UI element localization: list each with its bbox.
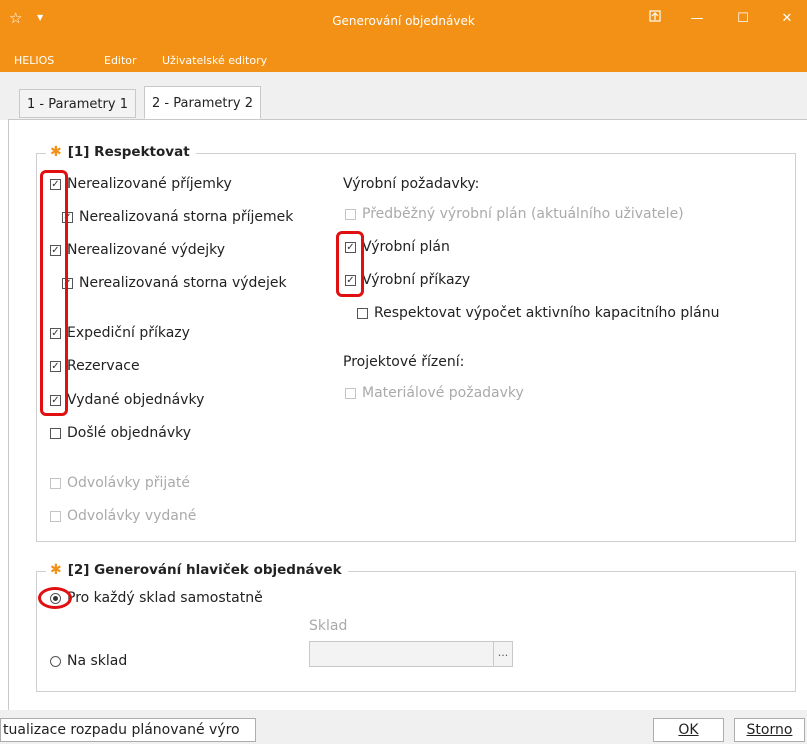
radio-label: Na sklad bbox=[67, 653, 128, 669]
sklad-browse-button[interactable]: ... bbox=[493, 641, 513, 667]
close-icon[interactable]: ✕ bbox=[773, 8, 801, 30]
checkbox-disabled-icon bbox=[345, 208, 356, 220]
menu-user-editors[interactable]: Uživatelské editory bbox=[162, 54, 267, 67]
checkbox-vydane-objednavky[interactable]: ✓ Vydané objednávky bbox=[50, 392, 204, 408]
tab-parametry-2[interactable]: 2 - Parametry 2 bbox=[144, 86, 261, 119]
checkbox-nerealizovane-vydejky[interactable]: ✓ Nerealizované výdejky bbox=[50, 242, 225, 258]
radio-na-sklad[interactable]: Na sklad bbox=[50, 653, 127, 669]
checkbox-label: Expediční příkazy bbox=[67, 325, 190, 341]
checkbox-label: Respektovat výpočet aktivního kapacitníh… bbox=[374, 305, 720, 321]
sklad-label: Sklad bbox=[309, 618, 348, 634]
cancel-button[interactable]: Storno bbox=[734, 718, 805, 742]
checkbox-disabled-icon bbox=[50, 510, 61, 522]
checkbox-expedicni-prikazy[interactable]: ✓ Expediční příkazy bbox=[50, 325, 190, 341]
group-title-text: [2] Generování hlaviček objednávek bbox=[67, 562, 342, 578]
ok-button[interactable]: OK bbox=[653, 718, 724, 742]
menu-bar: HELIOS Editor Uživatelské editory bbox=[0, 46, 807, 72]
checkbox-nerealizovana-storna-prijemek[interactable]: ✓ Nerealizovaná storna příjemek bbox=[62, 209, 293, 225]
update-breakdown-button[interactable]: tualizace rozpadu plánované výro bbox=[0, 718, 256, 742]
checkbox-respektovat-kapacitni-plan[interactable]: Respektovat výpočet aktivního kapacitníh… bbox=[357, 305, 719, 321]
group-respektovat-title: ✱ [1] Respektovat bbox=[46, 144, 196, 160]
project-management-label: Projektové řízení: bbox=[343, 354, 465, 370]
checkbox-label: Výrobní příkazy bbox=[362, 272, 471, 288]
annotation-highlight-radio bbox=[38, 587, 72, 609]
checkbox-nerealizovane-prijemky[interactable]: ✓ Nerealizované příjemky bbox=[50, 176, 232, 192]
pin-window-icon[interactable] bbox=[641, 8, 669, 30]
checkbox-label: Nerealizované výdejky bbox=[67, 242, 226, 258]
checkbox-label: Vydané objednávky bbox=[67, 392, 205, 408]
radio-unselected-icon[interactable] bbox=[50, 655, 61, 667]
checkbox-label: Nerealizované příjemky bbox=[67, 176, 232, 192]
group-generovani-hlavicek-title: ✱ [2] Generování hlaviček objednávek bbox=[46, 562, 348, 578]
sklad-input[interactable] bbox=[309, 641, 494, 667]
tab-strip: 1 - Parametry 1 2 - Parametry 2 bbox=[0, 72, 807, 120]
radio-label: Pro každý sklad samostatně bbox=[67, 590, 263, 606]
checkbox-label: Rezervace bbox=[67, 358, 140, 374]
checkbox-disabled-icon bbox=[345, 387, 356, 399]
maximize-icon[interactable]: ☐ bbox=[729, 8, 757, 30]
checkbox-dosle-objednavky[interactable]: Došlé objednávky bbox=[50, 425, 191, 441]
annotation-highlight-left bbox=[40, 170, 68, 416]
cancel-label: Storno bbox=[746, 722, 793, 738]
production-requirements-label: Výrobní požadavky: bbox=[343, 176, 480, 192]
star-icon: ✱ bbox=[50, 144, 62, 160]
checkbox-materialove-pozadavky: Materiálové požadavky bbox=[345, 385, 524, 401]
menu-helios[interactable]: HELIOS bbox=[14, 54, 54, 67]
annotation-highlight-production bbox=[336, 231, 364, 297]
checkbox-unchecked-icon[interactable] bbox=[50, 427, 61, 439]
checkbox-disabled-icon bbox=[50, 477, 61, 489]
checkbox-odvolavky-prijate: Odvolávky přijaté bbox=[50, 475, 190, 491]
radio-pro-kazdy-sklad[interactable]: Pro každý sklad samostatně bbox=[50, 590, 263, 606]
star-icon: ✱ bbox=[50, 562, 62, 578]
ok-label: OK bbox=[678, 722, 699, 738]
bottom-bar: tualizace rozpadu plánované výro OK Stor… bbox=[0, 710, 807, 744]
checkbox-label: Odvolávky přijaté bbox=[67, 475, 190, 491]
checkbox-unchecked-icon[interactable] bbox=[357, 307, 368, 319]
checkbox-predbezny-vyrobni-plan: Předběžný výrobní plán (aktuálního uživa… bbox=[345, 206, 684, 222]
checkbox-label: Materiálové požadavky bbox=[362, 385, 524, 401]
minimize-icon[interactable]: — bbox=[683, 8, 711, 30]
checkbox-label: Výrobní plán bbox=[362, 239, 450, 255]
checkbox-label: Došlé objednávky bbox=[67, 425, 192, 441]
checkbox-label: Nerealizovaná storna výdejek bbox=[79, 275, 287, 291]
checkbox-label: Odvolávky vydané bbox=[67, 508, 197, 524]
checkbox-nerealizovana-storna-vydejek[interactable]: ✓ Nerealizovaná storna výdejek bbox=[62, 275, 287, 291]
tab-parametry-1[interactable]: 1 - Parametry 1 bbox=[19, 89, 136, 118]
title-bar: ☆ ▼ Generování objednávek — ☐ ✕ bbox=[0, 0, 807, 46]
group-title-text: [1] Respektovat bbox=[67, 144, 190, 160]
checkbox-label: Předběžný výrobní plán (aktuálního uživa… bbox=[362, 206, 684, 222]
menu-editor[interactable]: Editor bbox=[104, 54, 137, 67]
checkbox-odvolavky-vydane: Odvolávky vydané bbox=[50, 508, 196, 524]
checkbox-label: Nerealizovaná storna příjemek bbox=[79, 209, 294, 225]
